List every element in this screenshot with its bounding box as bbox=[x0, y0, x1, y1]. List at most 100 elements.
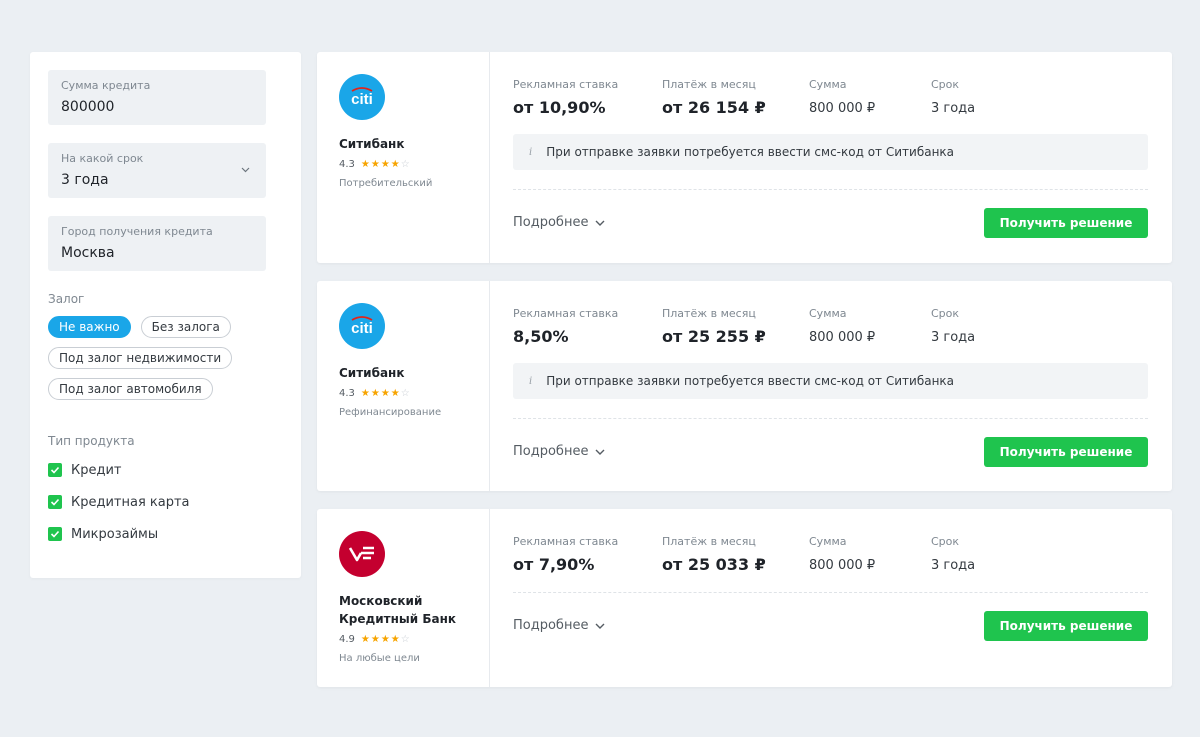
rate-value: от 7,90% bbox=[513, 555, 595, 574]
rating-value: 4.3 bbox=[339, 387, 355, 399]
rating: 4.3 ★★★★☆ bbox=[339, 385, 489, 401]
term-value: 3 года bbox=[61, 172, 109, 188]
rate-column: Рекламная ставка от 10,90% bbox=[513, 78, 618, 118]
product-type: Потребительский bbox=[339, 178, 433, 189]
sum-column: Сумма 800 000 ₽ bbox=[809, 78, 875, 119]
divider bbox=[513, 189, 1148, 190]
citi-logo-icon: citi bbox=[339, 303, 385, 349]
citi-logo-icon: citi bbox=[339, 74, 385, 120]
citi-logo-text: citi bbox=[351, 320, 373, 336]
bank-info: citi Ситибанк 4.3 ★★★★☆ Потребительский bbox=[317, 52, 490, 263]
details-label: Подробнее bbox=[513, 444, 589, 459]
sum-column: Сумма 800 000 ₽ bbox=[809, 535, 875, 576]
rate-column: Рекламная ставка 8,50% bbox=[513, 307, 618, 347]
sum-value: 800 000 ₽ bbox=[809, 330, 876, 345]
divider bbox=[513, 592, 1148, 593]
bank-info: Московский Кредитный Банк 4.9 ★★★★☆ На л… bbox=[317, 509, 490, 687]
offer-details: Рекламная ставка 8,50% Платёж в месяц от… bbox=[513, 281, 1148, 491]
chip-any[interactable]: Не важно bbox=[48, 316, 131, 338]
chevron-down-icon bbox=[595, 449, 605, 455]
city-input[interactable]: Москва bbox=[61, 244, 253, 262]
term-select[interactable]: На какой срок 3 года bbox=[48, 143, 266, 198]
sum-value: 800 000 ₽ bbox=[809, 558, 876, 573]
checkbox-label: Кредит bbox=[71, 462, 122, 478]
product-type: Рефинансирование bbox=[339, 407, 442, 418]
product-type: На любые цели bbox=[339, 653, 420, 664]
term-col-value: 3 года bbox=[931, 330, 976, 345]
term-column: Срок 3 года bbox=[931, 535, 975, 576]
citi-logo-text: citi bbox=[351, 91, 373, 107]
bank-name[interactable]: Ситибанк bbox=[339, 364, 489, 382]
sum-label: Сумма bbox=[809, 535, 847, 548]
offer-details: Рекламная ставка от 7,90% Платёж в месяц… bbox=[513, 509, 1148, 687]
chevron-down-icon bbox=[595, 623, 605, 629]
bank-name[interactable]: Московский Кредитный Банк bbox=[339, 592, 469, 628]
collateral-label: Залог bbox=[48, 292, 85, 306]
checkbox-checked-icon[interactable] bbox=[48, 463, 62, 477]
rate-value: 8,50% bbox=[513, 327, 569, 346]
offer-card: citi Ситибанк 4.3 ★★★★☆ Рефинансирование… bbox=[317, 281, 1172, 491]
rate-column: Рекламная ставка от 7,90% bbox=[513, 535, 618, 575]
checkbox-credit-card[interactable]: Кредитная карта bbox=[48, 492, 266, 512]
chip-no-collateral[interactable]: Без залога bbox=[140, 316, 231, 338]
payment-column: Платёж в месяц от 25 255 ₽ bbox=[662, 307, 766, 347]
term-col-label: Срок bbox=[931, 307, 960, 320]
get-decision-button[interactable]: Получить решение bbox=[984, 611, 1148, 641]
mkb-logo-icon bbox=[339, 531, 385, 577]
checkbox-checked-icon[interactable] bbox=[48, 495, 62, 509]
term-col-value: 3 года bbox=[931, 558, 976, 573]
chip-real-estate[interactable]: Под залог недвижимости bbox=[48, 347, 233, 369]
details-toggle[interactable]: Подробнее bbox=[513, 618, 606, 633]
amount-input[interactable]: 800000 bbox=[61, 98, 253, 116]
payment-column: Платёж в месяц от 25 033 ₽ bbox=[662, 535, 766, 575]
product-type-label: Тип продукта bbox=[48, 434, 135, 448]
checkbox-label: Микрозаймы bbox=[71, 526, 159, 542]
sum-label: Сумма bbox=[809, 307, 847, 320]
payment-column: Платёж в месяц от 26 154 ₽ bbox=[662, 78, 766, 118]
rating: 4.9 ★★★★☆ bbox=[339, 631, 489, 647]
amount-label: Сумма кредита bbox=[61, 79, 151, 92]
term-column: Срок 3 года bbox=[931, 78, 975, 119]
sum-value: 800 000 ₽ bbox=[809, 101, 876, 116]
payment-value: от 25 255 ₽ bbox=[662, 327, 766, 346]
payment-value: от 26 154 ₽ bbox=[662, 98, 766, 117]
get-decision-button[interactable]: Получить решение bbox=[984, 437, 1148, 467]
term-label: На какой срок bbox=[61, 152, 144, 165]
payment-label: Платёж в месяц bbox=[662, 307, 756, 320]
star-rating-icon: ★★★★☆ bbox=[360, 633, 411, 645]
details-toggle[interactable]: Подробнее bbox=[513, 444, 606, 459]
details-label: Подробнее bbox=[513, 618, 589, 633]
sum-column: Сумма 800 000 ₽ bbox=[809, 307, 875, 348]
bank-name[interactable]: Ситибанк bbox=[339, 135, 489, 153]
sum-label: Сумма bbox=[809, 78, 847, 91]
amount-field[interactable]: Сумма кредита 800000 bbox=[48, 70, 266, 125]
payment-label: Платёж в месяц bbox=[662, 535, 756, 548]
collateral-options: Не важно Без залога Под залог недвижимос… bbox=[48, 316, 266, 400]
chip-car[interactable]: Под залог автомобиля bbox=[48, 378, 213, 400]
details-toggle[interactable]: Подробнее bbox=[513, 215, 606, 230]
rate-value: от 10,90% bbox=[513, 98, 606, 117]
chevron-down-icon bbox=[595, 220, 605, 226]
star-rating-icon: ★★★★☆ bbox=[360, 387, 411, 399]
checkbox-credit[interactable]: Кредит bbox=[48, 460, 266, 480]
offer-card: citi Ситибанк 4.3 ★★★★☆ Потребительский … bbox=[317, 52, 1172, 263]
info-icon: i bbox=[529, 146, 533, 158]
get-decision-button[interactable]: Получить решение bbox=[984, 208, 1148, 238]
checkbox-checked-icon[interactable] bbox=[48, 527, 62, 541]
sms-notice-text: При отправке заявки потребуется ввести с… bbox=[546, 374, 955, 388]
payment-label: Платёж в месяц bbox=[662, 78, 756, 91]
sms-notice: i При отправке заявки потребуется ввести… bbox=[513, 363, 1148, 399]
term-col-label: Срок bbox=[931, 78, 960, 91]
star-rating-icon: ★★★★☆ bbox=[360, 158, 411, 170]
checkbox-microloans[interactable]: Микрозаймы bbox=[48, 524, 266, 544]
divider bbox=[513, 418, 1148, 419]
rate-label: Рекламная ставка bbox=[513, 78, 619, 91]
rating-value: 4.9 bbox=[339, 633, 355, 645]
chevron-down-icon bbox=[241, 167, 250, 173]
rating: 4.3 ★★★★☆ bbox=[339, 156, 489, 172]
city-field[interactable]: Город получения кредита Москва bbox=[48, 216, 266, 271]
info-icon: i bbox=[529, 375, 533, 387]
payment-value: от 25 033 ₽ bbox=[662, 555, 766, 574]
term-col-label: Срок bbox=[931, 535, 960, 548]
rate-label: Рекламная ставка bbox=[513, 535, 619, 548]
